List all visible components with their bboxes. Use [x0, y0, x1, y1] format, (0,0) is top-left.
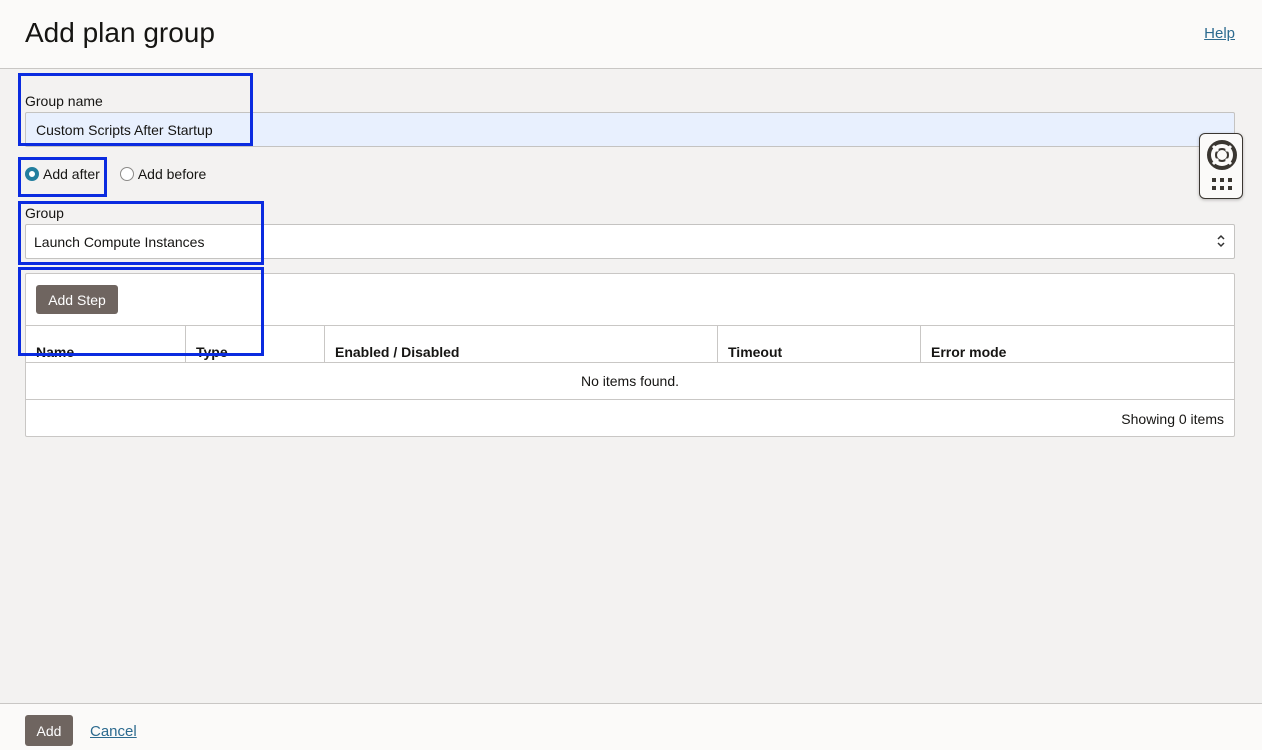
position-radio-group: Add after Add before — [25, 164, 226, 184]
add-button[interactable]: Add — [25, 715, 73, 746]
add-after-radio[interactable]: Add after — [25, 166, 100, 182]
radio-checked-icon — [25, 167, 39, 181]
form-footer: Add Cancel — [0, 703, 1262, 750]
steps-table-panel: Add Step Name Type Enabled / Disabled Ti… — [25, 273, 1235, 437]
items-count: Showing 0 items — [1121, 411, 1224, 427]
group-select[interactable]: Launch Compute Instances — [25, 224, 1235, 259]
column-header-name[interactable]: Name — [26, 326, 186, 362]
lifebuoy-icon — [1207, 140, 1237, 170]
add-before-radio[interactable]: Add before — [119, 166, 207, 182]
empty-table-message: No items found. — [26, 363, 1234, 400]
help-widget[interactable] — [1199, 133, 1243, 199]
column-header-enabled[interactable]: Enabled / Disabled — [325, 326, 718, 362]
column-header-type[interactable]: Type — [186, 326, 325, 362]
cancel-link[interactable]: Cancel — [90, 723, 137, 740]
add-step-button[interactable]: Add Step — [36, 285, 118, 314]
table-header-row: Name Type Enabled / Disabled Timeout Err… — [26, 325, 1234, 363]
group-name-label: Group name — [25, 93, 103, 109]
column-header-error-mode[interactable]: Error mode — [921, 326, 1234, 362]
add-before-label: Add before — [137, 166, 207, 182]
radio-unchecked-icon — [119, 167, 134, 181]
page-header: Add plan group Help — [0, 0, 1262, 69]
column-header-timeout[interactable]: Timeout — [718, 326, 921, 362]
page-title: Add plan group — [25, 17, 215, 48]
help-link[interactable]: Help — [1204, 25, 1235, 42]
apps-grid-icon — [1212, 178, 1232, 190]
group-name-input[interactable] — [25, 112, 1235, 147]
chevron-updown-icon — [1216, 233, 1226, 251]
add-after-label: Add after — [43, 166, 100, 182]
group-label: Group — [25, 205, 64, 221]
group-select-value: Launch Compute Instances — [34, 233, 205, 250]
